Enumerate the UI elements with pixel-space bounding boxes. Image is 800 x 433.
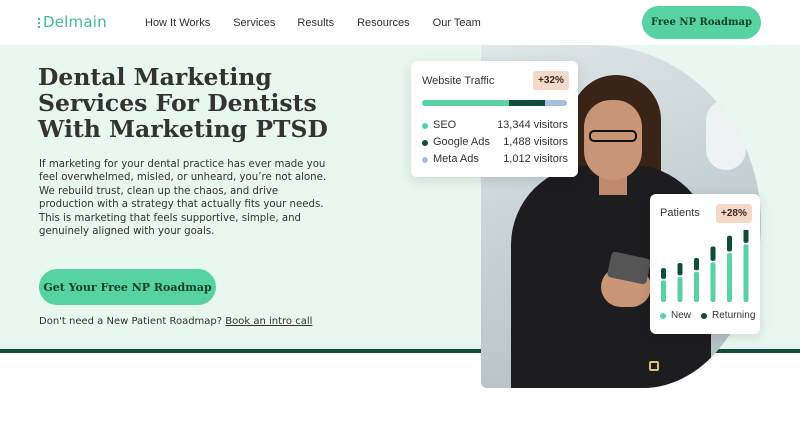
name-badge-shape <box>649 361 659 371</box>
glasses-shape <box>589 130 637 142</box>
bar-returning-4 <box>727 235 732 252</box>
meta-ads-dot-icon <box>422 157 428 163</box>
traffic-share-meta-ads <box>545 100 567 106</box>
seo-dot-icon <box>422 123 428 129</box>
logo[interactable]: Delmain <box>38 13 107 31</box>
nav-link-resources[interactable]: Resources <box>357 17 410 29</box>
traffic-growth-badge: +32% <box>533 71 569 90</box>
patients-card-title: Patients <box>660 207 700 219</box>
traffic-row-google-ads: Google Ads 1,488 visitors <box>422 136 568 150</box>
nav-roadmap-button[interactable]: Free NP Roadmap <box>642 6 761 39</box>
traffic-row-value: 1,012 visitors <box>503 153 568 165</box>
returning-dot-icon <box>701 312 708 319</box>
traffic-row-seo: SEO 13,344 visitors <box>422 119 568 133</box>
bar-new-3 <box>710 262 716 302</box>
website-traffic-card: Website Traffic +32% SEO 13,344 visitors… <box>411 61 578 177</box>
intro-prefix: Don't need a New Patient Roadmap? <box>39 316 223 327</box>
nav-link-our-team[interactable]: Our Team <box>433 17 481 29</box>
hero-description: If marketing for your dental practice ha… <box>39 159 327 238</box>
traffic-row-name: Meta Ads <box>433 153 479 165</box>
traffic-share-bar <box>422 100 567 106</box>
nav-links: How It Works Services Results Resources … <box>145 17 504 29</box>
patients-bar-chart <box>661 230 749 302</box>
traffic-row-value: 1,488 visitors <box>503 136 568 148</box>
legend-label: New <box>671 310 692 321</box>
traffic-row-name: SEO <box>433 119 457 131</box>
legend-item-new: New <box>660 310 691 321</box>
intro-call-line: Don't need a New Patient Roadmap? Book a… <box>39 316 312 327</box>
new-dot-icon <box>660 312 666 319</box>
bar-returning-1 <box>677 263 683 276</box>
book-intro-call-link[interactable]: Book an intro call <box>225 316 312 327</box>
top-nav: Delmain How It Works Services Results Re… <box>0 0 800 45</box>
traffic-share-seo <box>422 100 509 106</box>
google-ads-dot-icon <box>422 140 428 146</box>
traffic-row-name: Google Ads <box>433 136 490 148</box>
traffic-share-google-ads <box>509 100 546 106</box>
bar-new-4 <box>727 253 732 302</box>
bar-new-1 <box>677 276 683 302</box>
bar-new-0 <box>661 280 666 302</box>
logo-mark-icon <box>38 18 41 28</box>
nav-link-services[interactable]: Services <box>233 17 275 29</box>
bar-returning-0 <box>661 268 666 279</box>
patients-card: Patients +28% New Returning <box>650 194 760 334</box>
patients-legend: New Returning <box>660 310 765 321</box>
nav-link-how-it-works[interactable]: How It Works <box>145 17 210 29</box>
hero-headline: Dental Marketing Services For Dentists W… <box>38 63 328 143</box>
get-roadmap-button[interactable]: Get Your Free NP Roadmap <box>39 269 216 305</box>
traffic-row-value: 13,344 visitors <box>497 119 568 131</box>
traffic-card-title: Website Traffic <box>422 75 495 87</box>
logo-text: Delmain <box>43 13 107 31</box>
bar-returning-5 <box>743 230 749 243</box>
bar-new-2 <box>694 271 699 302</box>
dental-lamp-shape <box>706 100 746 170</box>
legend-label: Returning <box>712 310 756 321</box>
nav-link-results[interactable]: Results <box>297 17 334 29</box>
bar-new-5 <box>743 244 749 302</box>
legend-item-returning: Returning <box>701 310 755 321</box>
traffic-row-meta-ads: Meta Ads 1,012 visitors <box>422 153 568 167</box>
bar-returning-3 <box>710 246 716 261</box>
bar-returning-2 <box>694 258 699 271</box>
patients-growth-badge: +28% <box>716 204 752 223</box>
